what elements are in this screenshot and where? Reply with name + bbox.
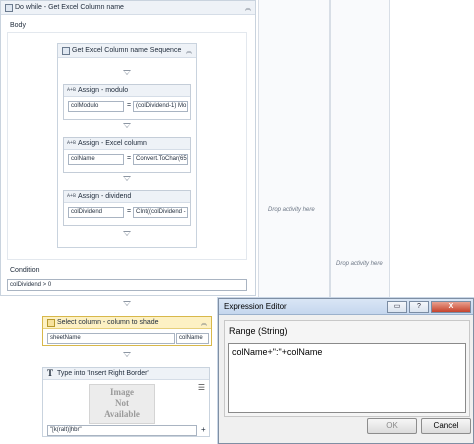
sequence-icon [62, 47, 70, 55]
assign-header[interactable]: A+B Assign - dividend [64, 191, 190, 203]
dialog-title-bar[interactable]: Expression Editor ▭ ? X [219, 299, 473, 315]
equals-sign: = [127, 155, 132, 162]
column-name-field[interactable]: colName [176, 333, 209, 344]
assign-header[interactable]: A+B Assign - Excel column [64, 138, 190, 150]
equals-sign: = [127, 208, 132, 215]
assign-to-field[interactable]: colName [68, 154, 124, 165]
assign-value-field[interactable]: CInt((colDividend - [133, 207, 188, 218]
menu-icon[interactable]: ☰ [198, 383, 205, 392]
image-not-available: Image Not Available [89, 384, 155, 424]
flow-arrow-icon [123, 352, 131, 357]
sequence-header[interactable]: Get Excel Column name Sequence ︽ [58, 44, 196, 58]
select-column-activity[interactable]: Select column - column to shade ︽ sheetN… [42, 316, 212, 346]
dialog-title: Expression Editor [224, 302, 287, 311]
flow-arrow-icon [123, 301, 131, 306]
select-column-title: Select column - column to shade [57, 319, 159, 326]
drop-activity-text-1: Drop activity here [268, 207, 315, 213]
close-button[interactable]: X [431, 301, 471, 313]
assign-excel-column-activity[interactable]: A+B Assign - Excel column colName = Conv… [63, 137, 191, 173]
assign-icon: A+B [67, 140, 77, 146]
sequence-title: Get Excel Column name Sequence [72, 47, 182, 54]
activity-icon [5, 4, 13, 12]
assign-value-field[interactable]: Convert.ToChar(65 [133, 154, 188, 165]
collapse-icon[interactable]: ︽ [186, 46, 192, 55]
condition-input[interactable]: colDividend > 0 [7, 279, 247, 291]
do-while-title: Do while - Get Excel Column name [15, 4, 124, 11]
flow-arrow-icon [123, 231, 131, 236]
assign-to-field[interactable]: colDividend [68, 207, 124, 218]
body-label: Body [10, 22, 26, 29]
restore-button[interactable]: ▭ [387, 301, 407, 313]
type-into-header[interactable]: T Type into 'Insert Right Border' [43, 368, 209, 380]
type-into-activity[interactable]: T Type into 'Insert Right Border' ☰ Imag… [42, 367, 210, 437]
collapse-icon[interactable]: ︽ [201, 318, 207, 327]
ok-button[interactable]: OK [367, 418, 417, 434]
drop-activity-text-2: Drop activity here [336, 261, 383, 267]
assign-icon: A+B [67, 87, 77, 93]
assign-value-field[interactable]: (colDividend-1) Mo [133, 101, 188, 112]
select-column-header[interactable]: Select column - column to shade ︽ [43, 317, 211, 329]
type-into-icon: T [47, 368, 54, 378]
assign-to-field[interactable]: colModulo [68, 101, 124, 112]
equals-sign: = [127, 102, 132, 109]
plus-button[interactable]: + [201, 425, 206, 434]
section-label: Range (String) [229, 326, 288, 336]
condition-label: Condition [10, 267, 40, 274]
cancel-button[interactable]: Cancel [421, 418, 471, 434]
type-into-title: Type into 'Insert Right Border' [57, 370, 149, 377]
assign-icon: A+B [67, 193, 77, 199]
sheet-name-field[interactable]: sheetName [47, 333, 175, 344]
expression-text: colName+":"+colName [232, 347, 323, 357]
collapse-icon[interactable]: ︽ [245, 3, 251, 12]
assign-header[interactable]: A+B Assign - modulo [64, 85, 190, 97]
do-while-header[interactable]: Do while - Get Excel Column name ︽ [1, 1, 255, 15]
activity-icon [47, 319, 55, 327]
image-text-line-2: Not [115, 398, 129, 408]
flow-arrow-icon [123, 176, 131, 181]
expression-editor-dialog: Expression Editor ▭ ? X Range (String) c… [218, 298, 474, 444]
assign-title: Assign - modulo [78, 87, 129, 94]
help-button[interactable]: ? [409, 301, 429, 313]
assign-title: Assign - Excel column [78, 140, 147, 147]
assign-title: Assign - dividend [78, 193, 132, 200]
flow-arrow-icon [123, 70, 131, 75]
assign-modulo-activity[interactable]: A+B Assign - modulo colModulo = (colDivi… [63, 84, 191, 120]
flow-arrow-icon [123, 123, 131, 128]
image-text-line-1: Image [110, 387, 134, 397]
image-text-line-3: Available [104, 409, 140, 419]
dialog-section: Range (String) colName+":"+colName [224, 320, 470, 417]
assign-dividend-activity[interactable]: A+B Assign - dividend colDividend = CInt… [63, 190, 191, 226]
type-into-text-field[interactable]: "[k(ralt)]hbr" [47, 425, 197, 436]
expression-textbox[interactable]: colName+":"+colName [228, 343, 466, 413]
